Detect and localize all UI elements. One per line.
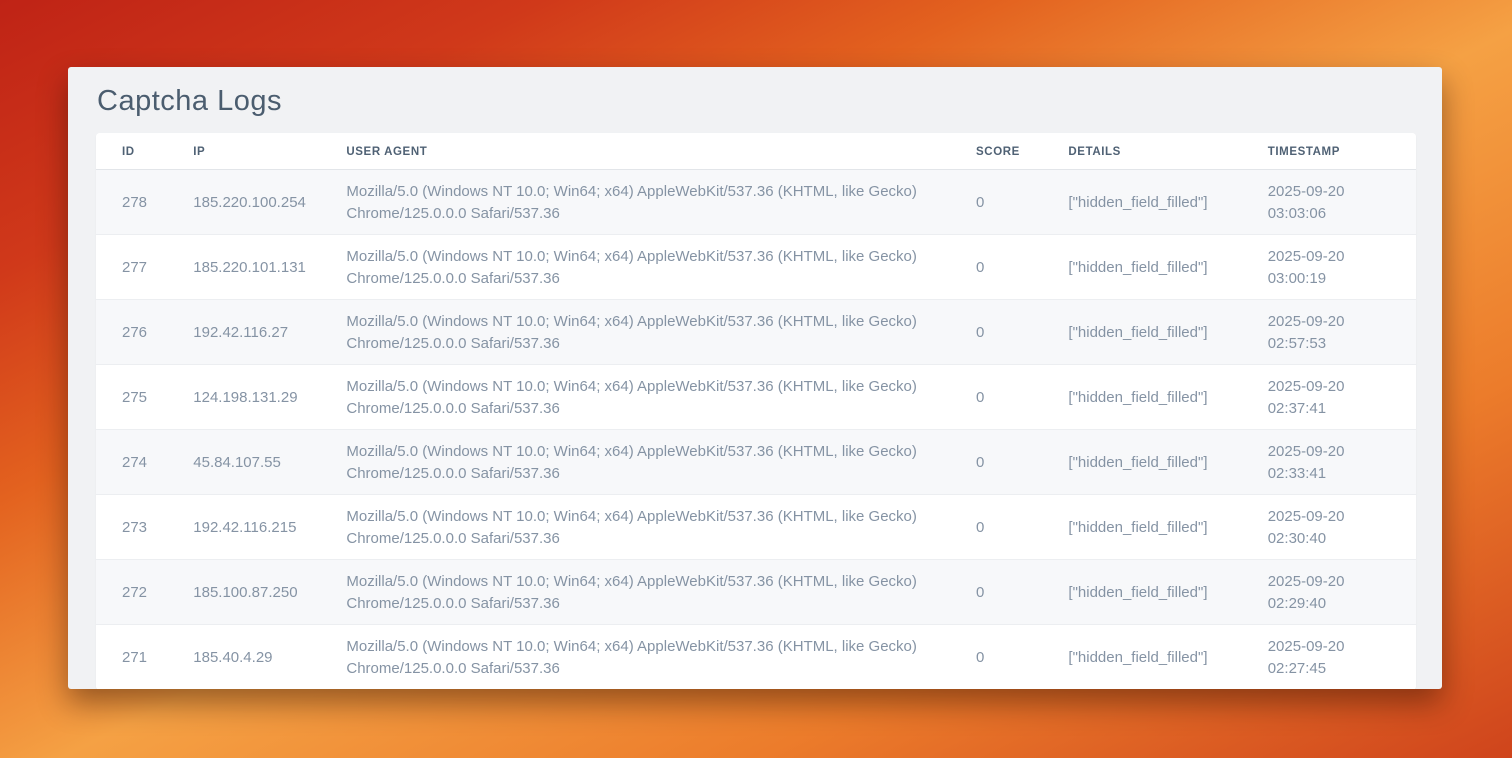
table-row: 275 124.198.131.29 Mozilla/5.0 (Windows …	[96, 365, 1416, 430]
cell-score: 0	[950, 365, 1042, 430]
cell-details: ["hidden_field_filled"]	[1042, 235, 1241, 300]
cell-score: 0	[950, 560, 1042, 625]
cell-score: 0	[950, 495, 1042, 560]
cell-user-agent: Mozilla/5.0 (Windows NT 10.0; Win64; x64…	[320, 170, 950, 235]
logs-table-container: ID IP USER AGENT SCORE DETAILS TIMESTAMP…	[96, 133, 1416, 689]
table-row: 272 185.100.87.250 Mozilla/5.0 (Windows …	[96, 560, 1416, 625]
cell-details: ["hidden_field_filled"]	[1042, 430, 1241, 495]
cell-ip: 185.100.87.250	[167, 560, 320, 625]
cell-score: 0	[950, 430, 1042, 495]
cell-user-agent: Mozilla/5.0 (Windows NT 10.0; Win64; x64…	[320, 430, 950, 495]
table-row: 277 185.220.101.131 Mozilla/5.0 (Windows…	[96, 235, 1416, 300]
cell-ip: 185.40.4.29	[167, 625, 320, 690]
log-table-body: 278 185.220.100.254 Mozilla/5.0 (Windows…	[96, 170, 1416, 690]
cell-user-agent: Mozilla/5.0 (Windows NT 10.0; Win64; x64…	[320, 235, 950, 300]
table-row: 273 192.42.116.215 Mozilla/5.0 (Windows …	[96, 495, 1416, 560]
cell-timestamp: 2025-09-20 02:33:41	[1242, 430, 1416, 495]
cell-ip: 185.220.101.131	[167, 235, 320, 300]
cell-id: 276	[96, 300, 167, 365]
captcha-logs-card: Captcha Logs ID IP USER AGENT SCORE DETA…	[68, 67, 1442, 689]
cell-timestamp: 2025-09-20 02:57:53	[1242, 300, 1416, 365]
cell-details: ["hidden_field_filled"]	[1042, 300, 1241, 365]
cell-details: ["hidden_field_filled"]	[1042, 625, 1241, 690]
cell-ip: 192.42.116.27	[167, 300, 320, 365]
cell-score: 0	[950, 235, 1042, 300]
table-row: 274 45.84.107.55 Mozilla/5.0 (Windows NT…	[96, 430, 1416, 495]
cell-id: 273	[96, 495, 167, 560]
cell-timestamp: 2025-09-20 02:29:40	[1242, 560, 1416, 625]
table-row: 278 185.220.100.254 Mozilla/5.0 (Windows…	[96, 170, 1416, 235]
column-header-details: DETAILS	[1042, 133, 1241, 170]
table-header: ID IP USER AGENT SCORE DETAILS TIMESTAMP	[96, 133, 1416, 170]
cell-user-agent: Mozilla/5.0 (Windows NT 10.0; Win64; x64…	[320, 495, 950, 560]
column-header-ip: IP	[167, 133, 320, 170]
table-row: 271 185.40.4.29 Mozilla/5.0 (Windows NT …	[96, 625, 1416, 690]
cell-ip: 192.42.116.215	[167, 495, 320, 560]
column-header-score: SCORE	[950, 133, 1042, 170]
cell-timestamp: 2025-09-20 02:30:40	[1242, 495, 1416, 560]
page-background: { "page": { "title": "Captcha Logs" }, "…	[0, 0, 1512, 758]
cell-details: ["hidden_field_filled"]	[1042, 495, 1241, 560]
page-title: Captcha Logs	[97, 81, 1442, 121]
cell-user-agent: Mozilla/5.0 (Windows NT 10.0; Win64; x64…	[320, 625, 950, 690]
cell-ip: 45.84.107.55	[167, 430, 320, 495]
cell-ip: 124.198.131.29	[167, 365, 320, 430]
logs-table: ID IP USER AGENT SCORE DETAILS TIMESTAMP…	[96, 133, 1416, 689]
cell-timestamp: 2025-09-20 03:00:19	[1242, 235, 1416, 300]
cell-user-agent: Mozilla/5.0 (Windows NT 10.0; Win64; x64…	[320, 365, 950, 430]
cell-id: 274	[96, 430, 167, 495]
column-header-timestamp: TIMESTAMP	[1242, 133, 1416, 170]
cell-timestamp: 2025-09-20 02:27:45	[1242, 625, 1416, 690]
cell-user-agent: Mozilla/5.0 (Windows NT 10.0; Win64; x64…	[320, 560, 950, 625]
cell-details: ["hidden_field_filled"]	[1042, 170, 1241, 235]
cell-details: ["hidden_field_filled"]	[1042, 365, 1241, 430]
cell-timestamp: 2025-09-20 02:37:41	[1242, 365, 1416, 430]
table-row: 276 192.42.116.27 Mozilla/5.0 (Windows N…	[96, 300, 1416, 365]
cell-id: 278	[96, 170, 167, 235]
cell-id: 271	[96, 625, 167, 690]
cell-user-agent: Mozilla/5.0 (Windows NT 10.0; Win64; x64…	[320, 300, 950, 365]
cell-id: 277	[96, 235, 167, 300]
cell-score: 0	[950, 625, 1042, 690]
cell-score: 0	[950, 300, 1042, 365]
cell-id: 275	[96, 365, 167, 430]
cell-details: ["hidden_field_filled"]	[1042, 560, 1241, 625]
cell-timestamp: 2025-09-20 03:03:06	[1242, 170, 1416, 235]
cell-ip: 185.220.100.254	[167, 170, 320, 235]
cell-id: 272	[96, 560, 167, 625]
column-header-id: ID	[96, 133, 167, 170]
column-header-user-agent: USER AGENT	[320, 133, 950, 170]
cell-score: 0	[950, 170, 1042, 235]
